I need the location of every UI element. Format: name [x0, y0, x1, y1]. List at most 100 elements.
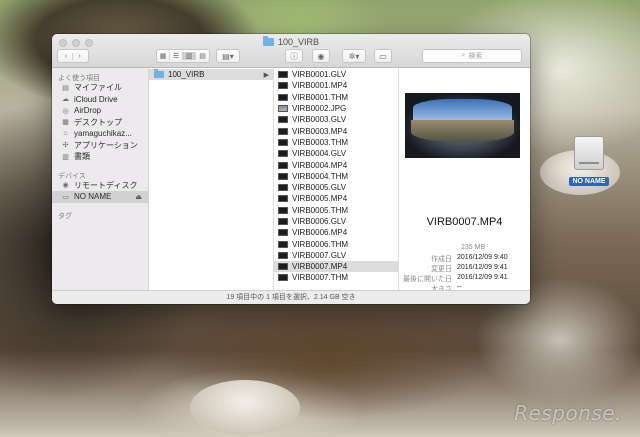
preview-filename: VIRB0007.MP4	[426, 216, 503, 228]
metadata-row: 最後に開いた日 2016/12/09 9:41	[399, 274, 530, 284]
file-row[interactable]: VIRB0003.MP4	[274, 125, 398, 136]
file-thumbnail-icon	[278, 150, 288, 158]
file-row[interactable]: VIRB0004.MP4	[274, 159, 398, 170]
file-row[interactable]: VIRB0007.THM	[274, 272, 398, 283]
all-files-icon: ▤	[62, 84, 69, 92]
applications-icon: ✣	[62, 142, 69, 150]
file-thumbnail-icon	[278, 82, 288, 90]
action-button[interactable]: ✲▾	[342, 49, 366, 63]
sidebar-item-favorite-4[interactable]: ⌂ yamaguchikaz...	[52, 128, 148, 140]
folder-row-label: 100_VIRB	[168, 70, 205, 80]
file-thumbnail-icon	[278, 206, 288, 214]
file-thumbnail-icon	[278, 172, 288, 180]
file-thumbnail-icon	[278, 195, 288, 203]
list-view-icon[interactable]: ☰	[170, 52, 183, 60]
info-icon: ⓘ	[290, 51, 298, 61]
preview-thumbnail	[405, 93, 520, 158]
file-row[interactable]: VIRB0005.MP4	[274, 193, 398, 204]
wallpaper-paw	[190, 380, 300, 435]
preview-pane: VIRB0007.MP4 235 MB 作成日 2016/12/09 9:40 変更…	[399, 68, 530, 303]
back-icon[interactable]: ‹	[60, 52, 73, 60]
cloud-icon: ☁	[62, 96, 69, 104]
file-name: VIRB0002.JPG	[292, 104, 347, 114]
coverflow-view-icon[interactable]: ▤	[196, 52, 209, 60]
desktop-drive-icon[interactable]: NO NAME	[566, 136, 612, 188]
file-thumbnail-icon	[278, 229, 288, 237]
sidebar: よく使う項目 ▤ マイファイル ☁ iCloud Drive ◎ AirDrop ▦ デスクト…	[52, 68, 149, 290]
sidebar-item-device-1[interactable]: ▭ NO NAME ⏏	[52, 191, 148, 203]
sidebar-item-device-0[interactable]: ◉ リモートディスク	[52, 180, 148, 192]
file-row[interactable]: VIRB0005.GLV	[274, 182, 398, 193]
file-row[interactable]: VIRB0007.GLV	[274, 250, 398, 261]
tag-icon: ▭	[379, 51, 387, 61]
metadata-key: 変更日	[431, 266, 452, 273]
folder-row[interactable]: 100_VIRB ▶	[149, 69, 273, 81]
file-row[interactable]: VIRB0006.THM	[274, 238, 398, 249]
sidebar-item-favorite-6[interactable]: ▥ 書類	[52, 151, 148, 163]
sidebar-header-tags: タグ	[58, 212, 72, 220]
info-button[interactable]: ⓘ	[285, 49, 303, 63]
file-thumbnail-icon	[278, 71, 288, 79]
file-row[interactable]: VIRB0006.GLV	[274, 216, 398, 227]
file-row[interactable]: VIRB0003.THM	[274, 137, 398, 148]
metadata-value: 2016/12/09 9:40	[457, 254, 508, 261]
view-mode-buttons[interactable]: ▦ ☰ ▥ ▤	[156, 49, 210, 63]
file-name: VIRB0001.MP4	[292, 81, 348, 91]
file-name: VIRB0001.GLV	[292, 70, 347, 80]
sidebar-item-favorite-1[interactable]: ☁ iCloud Drive	[52, 94, 148, 106]
sidebar-item-label: AirDrop	[74, 106, 102, 116]
eye-icon: ◉	[317, 51, 325, 61]
window-title-text: 100_VIRB	[277, 37, 320, 47]
column-folder: 100_VIRB ▶	[149, 68, 274, 290]
search-placeholder: 検索	[468, 53, 483, 60]
file-row[interactable]: VIRB0004.GLV	[274, 148, 398, 159]
file-row[interactable]: VIRB0001.MP4	[274, 80, 398, 91]
sidebar-item-favorite-3[interactable]: ▦ デスクトップ	[52, 117, 148, 129]
icon-view-icon[interactable]: ▦	[157, 52, 170, 60]
watermark-logo: Response.	[514, 401, 622, 425]
folder-icon	[154, 69, 164, 79]
file-name: VIRB0001.THM	[292, 92, 349, 102]
preview-size: 235 MB	[461, 244, 486, 251]
metadata-row: 作成日 2016/12/09 9:40	[399, 254, 530, 264]
file-name: VIRB0004.THM	[292, 171, 349, 181]
arrange-button[interactable]: ▤▾	[216, 49, 240, 63]
file-row[interactable]: VIRB0004.THM	[274, 171, 398, 182]
sidebar-header-devices: デバイス	[58, 172, 86, 180]
forward-icon[interactable]: ›	[73, 53, 86, 60]
file-row[interactable]: VIRB0002.JPG	[274, 103, 398, 114]
file-name: VIRB0003.GLV	[292, 115, 347, 125]
metadata-key: 作成日	[431, 256, 452, 263]
file-row[interactable]: VIRB0007.MP4	[274, 261, 398, 273]
finder-window[interactable]: 100_VIRB ‹ › ▦ ☰ ▥ ▤ ▤▾ ⓘ ◉ ✲▾ ▭ ⌕ 検索 よく…	[52, 34, 530, 304]
file-row[interactable]: VIRB0001.GLV	[274, 69, 398, 80]
file-row[interactable]: VIRB0005.THM	[274, 205, 398, 216]
column-view-icon[interactable]: ▥	[183, 52, 196, 60]
back-forward-buttons[interactable]: ‹ ›	[57, 49, 89, 63]
file-row[interactable]: VIRB0006.MP4	[274, 227, 398, 238]
quicklook-button[interactable]: ◉	[312, 49, 330, 63]
file-row[interactable]: VIRB0001.THM	[274, 92, 398, 103]
file-name: VIRB0005.THM	[292, 205, 349, 215]
search-input[interactable]: ⌕ 検索	[422, 49, 522, 63]
sidebar-item-favorite-2[interactable]: ◎ AirDrop	[52, 105, 148, 117]
file-name: VIRB0006.THM	[292, 239, 349, 249]
file-name: VIRB0006.GLV	[292, 217, 347, 226]
sidebar-item-favorite-0[interactable]: ▤ マイファイル	[52, 82, 148, 94]
sidebar-header-favorites: よく使う項目	[58, 75, 100, 82]
tags-button[interactable]: ▭	[374, 49, 392, 63]
sidebar-item-label: iCloud Drive	[74, 94, 118, 104]
eject-icon[interactable]: ⏏	[135, 193, 142, 201]
airdrop-icon: ◎	[62, 107, 69, 115]
remote-disc-icon: ◉	[62, 182, 69, 190]
sidebar-item-favorite-5[interactable]: ✣ アプリケーション	[52, 140, 148, 152]
file-thumbnail-icon	[278, 218, 288, 225]
file-thumbnail-icon	[278, 184, 288, 192]
folder-icon	[262, 36, 274, 46]
file-name: VIRB0005.GLV	[292, 183, 347, 193]
file-row[interactable]: VIRB0003.GLV	[274, 114, 398, 125]
desktop-drive-label: NO NAME	[569, 177, 609, 186]
window-titlebar[interactable]: 100_VIRB ‹ › ▦ ☰ ▥ ▤ ▤▾ ⓘ ◉ ✲▾ ▭ ⌕ 検索	[52, 34, 530, 68]
desktop-icon: ▦	[62, 119, 69, 127]
file-thumbnail-icon	[278, 274, 288, 282]
